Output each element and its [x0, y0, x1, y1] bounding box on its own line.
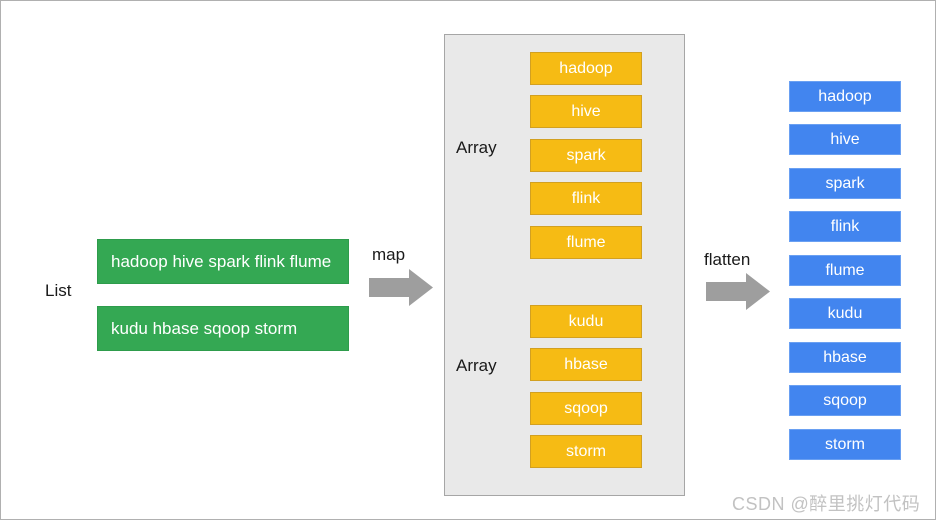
array-item-text: spark [566, 146, 606, 164]
array-item: sqoop [530, 392, 642, 425]
array-item-text: hadoop [559, 59, 613, 77]
watermark: CSDN @醉里挑灯代码 [732, 494, 921, 514]
array-item-text: flume [566, 233, 606, 251]
result-item-text: flink [830, 217, 860, 235]
result-item-text: hive [830, 130, 860, 148]
list-label: List [45, 281, 72, 300]
array-item: hive [530, 95, 642, 128]
result-item-text: spark [825, 174, 865, 192]
array-item-text: hive [571, 102, 601, 120]
result-item-text: storm [825, 435, 865, 453]
map-arrow [369, 269, 433, 306]
result-item-text: kudu [827, 304, 863, 322]
flatten-arrow-label: flatten [704, 250, 751, 269]
list-item: hadoop hive spark flink flume [97, 239, 349, 284]
result-item: kudu [789, 298, 901, 329]
result-item-text: flume [825, 261, 865, 279]
result-item-text: sqoop [823, 391, 867, 409]
result-item: spark [789, 168, 901, 199]
result-item: hbase [789, 342, 901, 373]
array-group-label: Array [456, 356, 497, 375]
diagram-canvas: List hadoop hive spark flink flume kudu … [0, 0, 936, 520]
array-item-text: kudu [568, 312, 604, 330]
array-item: spark [530, 139, 642, 172]
result-item: sqoop [789, 385, 901, 416]
array-group-label: Array [456, 138, 497, 157]
map-arrow-label: map [372, 245, 406, 264]
array-item: kudu [530, 305, 642, 338]
array-item-text: storm [566, 442, 606, 460]
result-item: hadoop [789, 81, 901, 112]
list-item-text: kudu hbase sqoop storm [111, 318, 298, 338]
result-item: flink [789, 211, 901, 242]
result-item-text: hbase [823, 348, 867, 366]
array-item: flink [530, 182, 642, 215]
result-item: flume [789, 255, 901, 286]
flatten-arrow [706, 273, 770, 310]
array-item: flume [530, 226, 642, 259]
result-item: storm [789, 429, 901, 460]
list-item-text: hadoop hive spark flink flume [111, 251, 332, 271]
array-item-text: sqoop [564, 399, 608, 417]
array-item: hbase [530, 348, 642, 381]
array-item: storm [530, 435, 642, 468]
array-item: hadoop [530, 52, 642, 85]
array-item-text: hbase [564, 355, 608, 373]
list-item: kudu hbase sqoop storm [97, 306, 349, 351]
result-item: hive [789, 124, 901, 155]
result-item-text: hadoop [818, 87, 872, 105]
array-item-text: flink [571, 189, 601, 207]
